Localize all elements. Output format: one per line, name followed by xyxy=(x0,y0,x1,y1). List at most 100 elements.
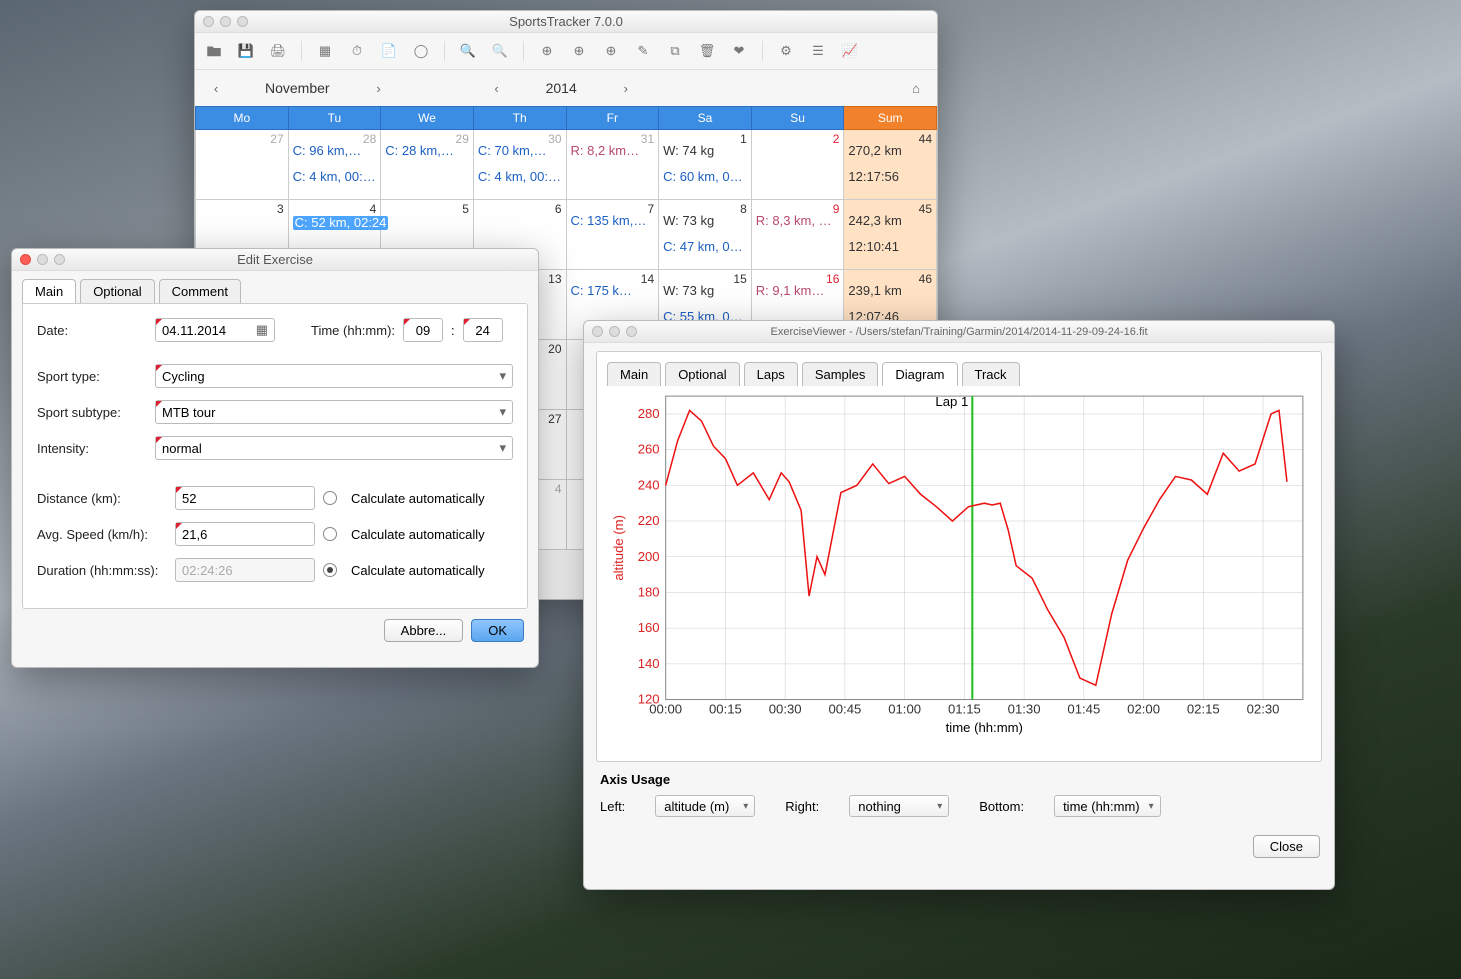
window-title: SportsTracker 7.0.0 xyxy=(509,14,623,29)
calendar-cell[interactable]: 30C: 70 km, 02:47C: 4 km, 00:15 xyxy=(473,130,566,200)
bottom-axis-label: Bottom: xyxy=(979,799,1024,814)
tab-main[interactable]: Main xyxy=(607,362,661,386)
bottom-axis-select[interactable]: time (hh:mm) xyxy=(1054,795,1161,817)
calendar-entry[interactable]: C: 70 km, 02:47 xyxy=(478,144,548,158)
home-icon[interactable]: ⌂ xyxy=(907,79,925,97)
edit-icon[interactable]: ✎ xyxy=(634,42,652,60)
add-exercise-icon[interactable]: ⊕ xyxy=(538,42,556,60)
calendar-entry[interactable]: C: 135 km, 06:… xyxy=(571,214,648,228)
duration-auto-radio[interactable] xyxy=(323,563,337,577)
time-min-field[interactable] xyxy=(463,318,503,342)
tab-comment[interactable]: Comment xyxy=(159,279,241,303)
abort-button[interactable]: Abbre... xyxy=(384,619,464,642)
next-month-icon[interactable]: › xyxy=(370,79,388,97)
right-axis-select[interactable]: nothing xyxy=(849,795,949,817)
calendar-entry[interactable]: W: 74 kg xyxy=(663,144,740,158)
calendar-cell[interactable]: 7C: 135 km, 06:… xyxy=(566,200,659,270)
calendar-entry[interactable]: R: 9,1 km, 01:00 xyxy=(756,284,826,298)
hrm-icon[interactable]: ❤ xyxy=(730,42,748,60)
prev-month-icon[interactable]: ‹ xyxy=(207,79,225,97)
note-icon[interactable]: 📄 xyxy=(380,42,398,60)
right-axis-label: Right: xyxy=(785,799,819,814)
calendar-entry[interactable]: C: 28 km, 01:36 xyxy=(385,144,455,158)
calendar-entry[interactable]: C: 52 km, 02:24 xyxy=(293,216,389,230)
zoom-out-icon[interactable]: 🔍 xyxy=(491,42,509,60)
tab-samples[interactable]: Samples xyxy=(802,362,879,386)
tab-track[interactable]: Track xyxy=(962,362,1020,386)
calendar-entry[interactable]: C: 96 km, 03:56 xyxy=(293,144,363,158)
calendar-cell[interactable]: 29C: 28 km, 01:36 xyxy=(381,130,474,200)
calendar-entry[interactable]: C: 4 km, 00:15 xyxy=(293,170,377,184)
week-summary: 45242,3 km12:10:41 xyxy=(844,200,937,270)
weight-icon[interactable]: ◯ xyxy=(412,42,430,60)
calendar-entry[interactable]: C: 175 km, 06:… xyxy=(571,284,641,298)
calendar-entry[interactable]: C: 4 km, 00:15 xyxy=(478,170,562,184)
calendar-cell[interactable]: 28C: 96 km, 03:56C: 4 km, 00:15 xyxy=(288,130,381,200)
zoom-in-icon[interactable]: 🔍 xyxy=(459,42,477,60)
calendar-entry[interactable]: W: 73 kg xyxy=(663,214,740,228)
close-icon[interactable] xyxy=(203,16,214,27)
prev-year-icon[interactable]: ‹ xyxy=(488,79,506,97)
close-icon[interactable] xyxy=(20,254,31,265)
window-title: ExerciseViewer - /Users/stefan/Training/… xyxy=(770,326,1147,338)
filter-icon[interactable]: ☰ xyxy=(809,42,827,60)
close-icon[interactable] xyxy=(592,326,603,337)
zoom-icon[interactable] xyxy=(237,16,248,27)
print-icon[interactable]: 🖨 xyxy=(269,42,287,60)
cal-header: We xyxy=(381,107,474,130)
speed-field[interactable] xyxy=(175,522,315,546)
cal-header: Sum xyxy=(844,107,937,130)
open-icon[interactable] xyxy=(205,42,223,60)
settings-icon[interactable]: ⚙ xyxy=(777,42,795,60)
calendar-icon[interactable]: ▦ xyxy=(316,42,334,60)
save-icon[interactable]: 💾 xyxy=(237,42,255,60)
calendar-entry[interactable]: R: 8,3 km, 00:59 xyxy=(756,214,833,228)
next-year-icon[interactable]: › xyxy=(617,79,635,97)
add-weight-icon[interactable]: ⊕ xyxy=(602,42,620,60)
time-hour-field[interactable] xyxy=(403,318,443,342)
calendar-entry[interactable]: R: 8,2 km, 01:04 xyxy=(571,144,641,158)
minimize-icon[interactable] xyxy=(220,16,231,27)
zoom-icon[interactable] xyxy=(54,254,65,265)
tab-main[interactable]: Main xyxy=(22,279,76,303)
calendar-cell[interactable]: 8W: 73 kgC: 47 km, 02:17 xyxy=(659,200,752,270)
copy-icon[interactable]: ⧉ xyxy=(666,42,684,60)
date-field[interactable]: ▦ xyxy=(155,318,275,342)
stopwatch-icon[interactable]: ⏱ xyxy=(348,42,366,60)
add-note-icon[interactable]: ⊕ xyxy=(570,42,588,60)
tab-optional[interactable]: Optional xyxy=(80,279,154,303)
minimize-icon[interactable] xyxy=(609,326,620,337)
calendar-entry[interactable]: C: 47 km, 02:17 xyxy=(663,240,747,254)
calendar-cell[interactable]: 9R: 8,3 km, 00:59 xyxy=(751,200,844,270)
distance-field[interactable] xyxy=(175,486,315,510)
calendar-cell[interactable]: 2 xyxy=(751,130,844,200)
titlebar: SportsTracker 7.0.0 xyxy=(195,11,937,33)
calendar-cell[interactable]: 27 xyxy=(196,130,289,200)
ok-button[interactable]: OK xyxy=(471,619,524,642)
viewer-tabs: MainOptionalLapsSamplesDiagramTrack xyxy=(605,360,1313,386)
titlebar: ExerciseViewer - /Users/stefan/Training/… xyxy=(584,321,1334,343)
sport-type-select[interactable]: Cycling▾ xyxy=(155,364,513,388)
calendar-entry[interactable]: W: 73 kg xyxy=(663,284,733,298)
month-label: November xyxy=(265,80,330,96)
calendar-entry[interactable]: C: 60 km, 02:24 xyxy=(663,170,747,184)
time-sep: : xyxy=(451,323,455,338)
tab-optional[interactable]: Optional xyxy=(665,362,739,386)
minimize-icon[interactable] xyxy=(37,254,48,265)
month-nav: ‹ November › ‹ 2014 › ⌂ xyxy=(195,70,937,106)
zoom-icon[interactable] xyxy=(626,326,637,337)
tab-laps[interactable]: Laps xyxy=(744,362,798,386)
stats-icon[interactable]: 📈 xyxy=(841,42,859,60)
calendar-cell[interactable]: 1W: 74 kgC: 60 km, 02:24 xyxy=(659,130,752,200)
svg-text:00:45: 00:45 xyxy=(828,702,861,717)
tab-diagram[interactable]: Diagram xyxy=(882,362,957,386)
sport-subtype-select[interactable]: MTB tour▾ xyxy=(155,400,513,424)
speed-auto-radio[interactable] xyxy=(323,527,337,541)
calendar-cell[interactable]: 31R: 8,2 km, 01:04 xyxy=(566,130,659,200)
distance-auto-radio[interactable] xyxy=(323,491,337,505)
close-button[interactable]: Close xyxy=(1253,835,1320,858)
delete-icon[interactable]: 🗑 xyxy=(698,42,716,60)
left-axis-select[interactable]: altitude (m) xyxy=(655,795,755,817)
cal-header: Fr xyxy=(566,107,659,130)
intensity-select[interactable]: normal▾ xyxy=(155,436,513,460)
